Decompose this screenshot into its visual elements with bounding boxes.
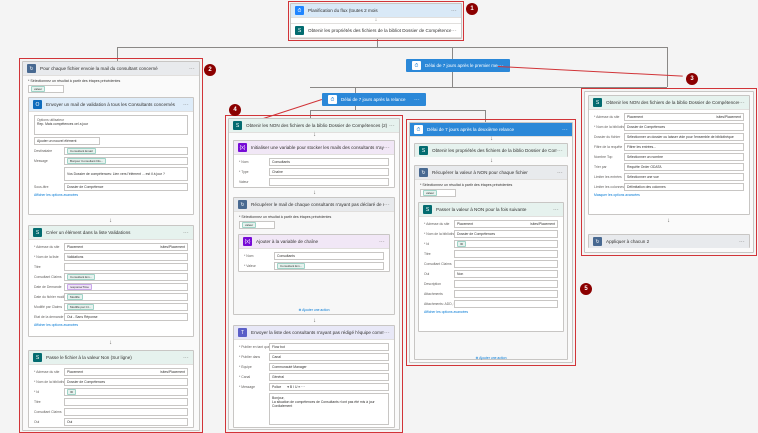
badge-5: 5: [580, 283, 592, 295]
flow-designer-canvas: { "trigger": {"title": "Planification du…: [0, 0, 758, 433]
red-arrow-3: [497, 66, 683, 77]
timer-icon: ⏱: [412, 61, 421, 70]
condition-main-title: Délai de 7 jours après le premier messag…: [425, 63, 498, 68]
connector: [667, 47, 668, 87]
badge-3: 3: [686, 73, 698, 85]
connector: [452, 72, 453, 87]
more-options-icon[interactable]: ···: [414, 97, 420, 103]
connector: [117, 47, 667, 48]
connector: [310, 110, 485, 111]
badge-2: 2: [204, 64, 216, 76]
highlight-box-4: [225, 115, 403, 433]
highlight-box-3: [581, 88, 757, 256]
condition-second[interactable]: ⏱ Délai de 7 jours après la relance ···: [322, 93, 426, 106]
highlight-box-1: [288, 1, 464, 41]
badge-4: 4: [229, 104, 241, 116]
highlight-box-2: [19, 58, 203, 433]
connector: [452, 47, 453, 59]
highlight-box-5: [406, 119, 576, 366]
condition-second-title: Délai de 7 jours après la relance: [341, 97, 406, 102]
badge-1: 1: [466, 3, 478, 15]
timer-icon: ⏱: [328, 95, 337, 104]
condition-main[interactable]: ⏱ Délai de 7 jours après le premier mess…: [406, 59, 510, 72]
